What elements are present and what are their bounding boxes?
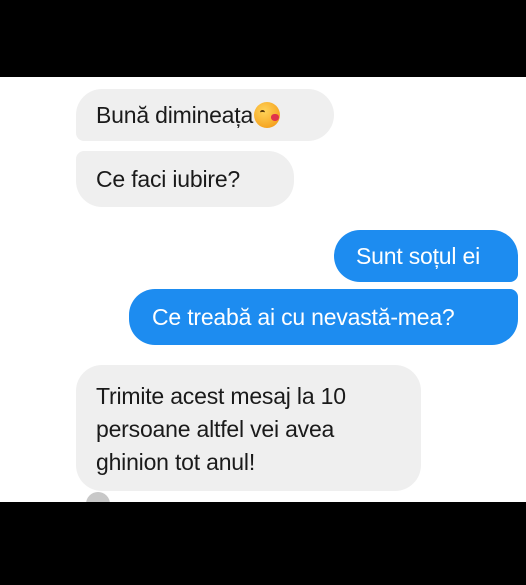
incoming-message-bubble[interactable]: Bună dimineața	[76, 89, 334, 141]
avatar	[86, 492, 110, 502]
outgoing-message-bubble[interactable]: Ce treabă ai cu nevastă-mea?	[129, 289, 518, 345]
outgoing-message-bubble[interactable]: Sunt soțul ei	[334, 230, 518, 282]
message-text-line: ghinion tot anul!	[96, 449, 256, 475]
message-text: Ce faci iubire?	[96, 166, 241, 192]
message-text: Sunt soțul ei	[356, 243, 480, 269]
bottom-black-bar	[0, 502, 526, 585]
message-text-line: Trimite acest mesaj la 10	[96, 383, 346, 409]
kissing-face-emoji-icon	[254, 102, 281, 128]
message-text: Bună dimineața	[96, 102, 254, 128]
chat-conversation: Bună dimineața Ce faci iubire? Sunt soțu…	[0, 77, 526, 502]
top-black-bar	[0, 0, 526, 77]
incoming-message-bubble[interactable]: Trimite acest mesaj la 10 persoane altfe…	[76, 365, 421, 491]
incoming-message-bubble[interactable]: Ce faci iubire?	[76, 151, 294, 207]
message-text: Ce treabă ai cu nevastă-mea?	[152, 304, 455, 330]
message-text-line: persoane altfel vei avea	[96, 416, 335, 442]
